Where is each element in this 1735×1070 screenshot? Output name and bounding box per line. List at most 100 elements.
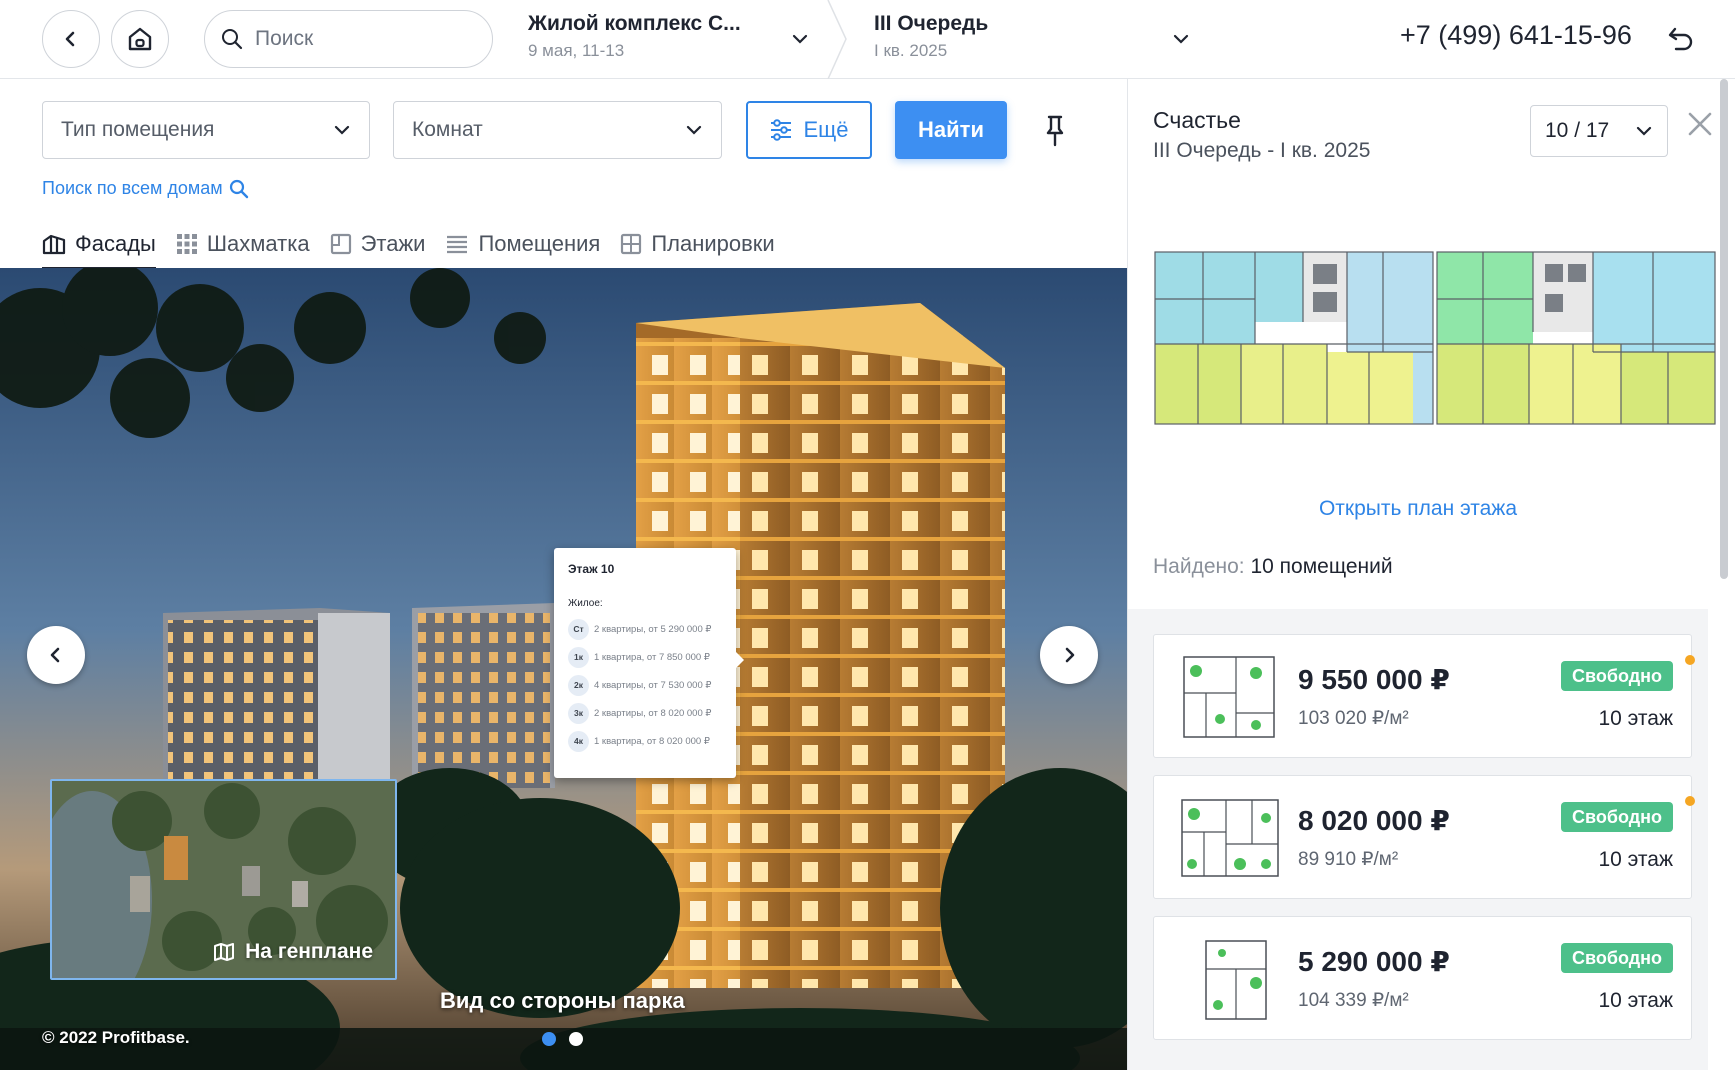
queue-breadcrumb[interactable]: III Очередь I кв. 2025 bbox=[874, 12, 988, 61]
back-button[interactable] bbox=[42, 10, 100, 68]
rooms-label: Комнат bbox=[412, 118, 483, 141]
premise-card[interactable]: 5 290 000 ₽ 104 339 ₽/м² Свободно 10 эта… bbox=[1153, 916, 1692, 1040]
undo-icon[interactable] bbox=[1666, 24, 1696, 54]
search-input[interactable] bbox=[255, 27, 455, 51]
genplan-label: На генплане bbox=[245, 940, 373, 963]
chevron-down-icon bbox=[334, 125, 350, 135]
open-floor-plan-link[interactable]: Открыть план этажа bbox=[1128, 497, 1708, 521]
status-badge: Свободно bbox=[1561, 802, 1673, 832]
facade-viewer[interactable]: Этаж 10 Жилое: Ст 2 квартиры, от 5 290 00… bbox=[0, 268, 1127, 1070]
search-all-houses-link[interactable]: Поиск по всем домам bbox=[42, 178, 249, 199]
chevron-right-icon bbox=[1065, 647, 1075, 663]
more-filters-label: Ещё bbox=[803, 117, 849, 142]
floor-tooltip: Этаж 10 Жилое: Ст 2 квартиры, от 5 290 00… bbox=[554, 548, 744, 778]
panel-subtitle: III Очередь - I кв. 2025 bbox=[1153, 139, 1371, 162]
room-type-select[interactable]: Тип помещения bbox=[42, 101, 370, 159]
tooltip-row-text: 2 квартиры, от 5 290 000 ₽ bbox=[594, 623, 712, 635]
tab-premises[interactable]: Помещения bbox=[445, 224, 600, 264]
tab-floors[interactable]: Этажи bbox=[330, 224, 426, 264]
card-floor: 10 этаж bbox=[1598, 989, 1673, 1012]
prev-slide-button[interactable] bbox=[27, 626, 85, 684]
complex-breadcrumb[interactable]: Жилой комплекс С... 9 мая, 11-13 bbox=[528, 12, 741, 61]
tooltip-row-text: 1 квартира, от 8 020 000 ₽ bbox=[594, 735, 710, 747]
rooms-select[interactable]: Комнат bbox=[393, 101, 722, 159]
card-price: 8 020 000 ₽ bbox=[1298, 805, 1450, 836]
tab-label: Помещения bbox=[478, 231, 601, 256]
home-icon bbox=[128, 27, 152, 51]
close-icon[interactable] bbox=[1685, 109, 1715, 139]
tab-facades[interactable]: Фасады bbox=[42, 224, 156, 270]
card-floor: 10 этаж bbox=[1598, 848, 1673, 871]
tab-label: Этажи bbox=[360, 231, 426, 256]
room-type-label: Тип помещения bbox=[61, 118, 215, 141]
room-type-badge: 4к bbox=[568, 730, 589, 752]
slide-dot[interactable] bbox=[569, 1032, 583, 1046]
premises-list: 9 550 000 ₽ 103 020 ₽/м² Свободно 10 эта… bbox=[1128, 609, 1708, 1070]
phone-number[interactable]: +7 (499) 641-15-96 bbox=[1400, 20, 1632, 51]
apartment-layout-thumbnail bbox=[1181, 799, 1279, 877]
slide-caption: Вид со стороны парка bbox=[440, 988, 685, 1013]
premise-card[interactable]: 8 020 000 ₽ 89 910 ₽/м² Свободно 10 этаж bbox=[1153, 775, 1695, 899]
copyright: © 2022 Profitbase. bbox=[42, 1028, 190, 1047]
search-all-label: Поиск по всем домам bbox=[42, 178, 223, 198]
card-price-per-meter: 104 339 ₽/м² bbox=[1298, 990, 1409, 1011]
search-icon bbox=[222, 29, 243, 50]
map-icon bbox=[214, 943, 235, 961]
card-price: 9 550 000 ₽ bbox=[1298, 664, 1450, 695]
search-field[interactable] bbox=[204, 10, 493, 68]
tooltip-row-text: 1 квартира, от 7 850 000 ₽ bbox=[594, 651, 710, 663]
find-button[interactable]: Найти bbox=[895, 101, 1007, 159]
queue-title: III Очередь bbox=[874, 12, 989, 35]
floor-plan-image[interactable] bbox=[1153, 244, 1718, 434]
chevron-left-icon bbox=[65, 31, 75, 47]
tab-label: Фасады bbox=[75, 231, 156, 256]
chevron-down-icon bbox=[792, 34, 808, 44]
slide-dot-active[interactable] bbox=[542, 1032, 556, 1046]
apartment-layout-thumbnail bbox=[1183, 656, 1275, 738]
premise-card[interactable]: 9 550 000 ₽ 103 020 ₽/м² Свободно 10 эта… bbox=[1153, 634, 1695, 758]
facade-icon bbox=[42, 234, 66, 255]
slide-dots bbox=[542, 1032, 583, 1046]
status-badge: Свободно bbox=[1561, 943, 1673, 973]
tab-label: Шахматка bbox=[206, 231, 310, 256]
tab-chessboard[interactable]: Шахматка bbox=[176, 224, 310, 264]
queue-dropdown-button[interactable] bbox=[1168, 26, 1194, 52]
grid-icon bbox=[176, 234, 197, 254]
tooltip-row: 2к 4 квартиры, от 7 530 000 ₽ bbox=[568, 671, 722, 699]
view-tabs: Фасады Шахматка Этажи Помещения Планиров… bbox=[42, 224, 795, 270]
genplan-label-wrap: На генплане bbox=[213, 940, 373, 964]
room-type-badge: 3к bbox=[568, 702, 589, 724]
card-floor: 10 этаж bbox=[1598, 707, 1673, 730]
list-icon bbox=[447, 235, 468, 254]
search-icon bbox=[229, 179, 248, 198]
layout-icon bbox=[621, 233, 642, 255]
card-price-per-meter: 89 910 ₽/м² bbox=[1298, 849, 1399, 870]
room-type-badge: 2к bbox=[568, 674, 589, 696]
room-type-badge: 1к bbox=[568, 646, 589, 668]
breadcrumb-separator bbox=[827, 0, 847, 79]
panel-title: Счастье bbox=[1153, 107, 1241, 133]
status-badge: Свободно bbox=[1561, 661, 1673, 691]
next-slide-button[interactable] bbox=[1040, 626, 1098, 684]
chevron-left-icon bbox=[50, 647, 60, 663]
more-filters-button[interactable]: Ещё bbox=[746, 101, 872, 159]
tab-layouts[interactable]: Планировки bbox=[620, 224, 775, 264]
room-type-badge: Ст bbox=[568, 618, 589, 640]
apartment-layout-thumbnail bbox=[1205, 940, 1267, 1020]
pin-icon[interactable] bbox=[1040, 114, 1070, 148]
tooltip-row-text: 4 квартиры, от 7 530 000 ₽ bbox=[594, 679, 712, 691]
found-count: Найдено: 10 помещений bbox=[1153, 555, 1393, 579]
found-label: Найдено: bbox=[1153, 555, 1245, 578]
complex-dropdown-button[interactable] bbox=[787, 26, 813, 52]
floor-select[interactable]: 10 / 17 bbox=[1530, 105, 1668, 157]
new-indicator-dot bbox=[1685, 796, 1695, 806]
genplan-thumbnail[interactable]: На генплане bbox=[50, 779, 397, 980]
card-price-per-meter: 103 020 ₽/м² bbox=[1298, 708, 1409, 729]
home-button[interactable] bbox=[111, 10, 169, 68]
complex-title: Жилой комплекс С... bbox=[528, 12, 741, 35]
panel-scrollbar[interactable] bbox=[1720, 79, 1728, 579]
tooltip-row: 1к 1 квартира, от 7 850 000 ₽ bbox=[568, 643, 722, 671]
tooltip-row: 4к 1 квартира, от 8 020 000 ₽ bbox=[568, 727, 722, 755]
tooltip-row-text: 2 квартиры, от 8 020 000 ₽ bbox=[594, 707, 712, 719]
queue-date: I кв. 2025 bbox=[874, 41, 948, 60]
